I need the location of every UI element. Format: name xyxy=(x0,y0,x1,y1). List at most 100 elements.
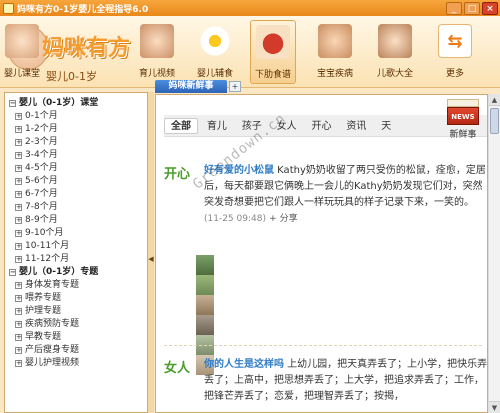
tree-item-label: 3-4个月 xyxy=(25,150,58,160)
post-thumbnail[interactable] xyxy=(196,295,214,315)
tree-item-month[interactable]: +2-3个月 xyxy=(9,136,147,149)
tree-view: − 婴儿（0-1岁）课堂 +0-1个月 +1-2个月 +2-3个月 +3-4个月 +4-… xyxy=(5,93,147,370)
nav-label: 宝宝疾病 xyxy=(316,69,353,79)
post-thumbnail[interactable] xyxy=(196,315,214,335)
share-button[interactable]: + 分享 xyxy=(269,214,297,224)
window-title: 妈咪有方0-1岁婴儿全程指导6.0 xyxy=(17,4,149,15)
nav-parenting-video[interactable]: 育儿视频 xyxy=(134,20,180,84)
tree-item-month[interactable]: +11-12个月 xyxy=(9,253,147,266)
headphone-baby-icon xyxy=(378,24,412,58)
fried-egg-icon xyxy=(198,24,232,58)
tree-item-topic[interactable]: + 婴儿护理视频 xyxy=(9,357,147,370)
tree-item-topic[interactable]: + 喂养专题 xyxy=(9,292,147,305)
category-parenting[interactable]: 育儿 xyxy=(201,119,233,135)
nav-recipes[interactable]: 下肋食谱 xyxy=(250,20,296,84)
tree-item-label: 5-6个月 xyxy=(25,176,58,186)
tree-item-month[interactable]: +4-5个月 xyxy=(9,162,147,175)
category-sky[interactable]: 天 xyxy=(375,119,397,135)
expand-icon[interactable]: + xyxy=(15,243,22,250)
tree-item-topic[interactable]: + 疾病预防专题 xyxy=(9,318,147,331)
app-icon xyxy=(3,2,14,14)
scroll-up-icon[interactable]: ▲ xyxy=(489,94,500,106)
news-badge[interactable]: NEWS 新鲜事 xyxy=(443,99,483,141)
tree-item-topic[interactable]: + 早教专题 xyxy=(9,331,147,344)
expand-icon[interactable]: + xyxy=(15,256,22,263)
post-thumbnail[interactable] xyxy=(196,255,214,275)
collapse-icon[interactable]: − xyxy=(9,269,16,276)
tree-item-topic[interactable]: + 护理专题 xyxy=(9,305,147,318)
scroll-thumb[interactable] xyxy=(490,108,499,134)
expand-icon[interactable]: + xyxy=(15,165,22,172)
tree-item-month[interactable]: +5-6个月 xyxy=(9,175,147,188)
tree-item-month[interactable]: +7-8个月 xyxy=(9,201,147,214)
nav-label: 儿歌大全 xyxy=(376,69,413,79)
close-button[interactable]: × xyxy=(482,1,498,15)
nav-more[interactable]: ⇆ 更多 xyxy=(432,20,478,84)
tree-item-month[interactable]: +8-9个月 xyxy=(9,214,147,227)
post-thumbnail[interactable] xyxy=(196,275,214,295)
tree-section-classroom[interactable]: − 婴儿（0-1岁）课堂 xyxy=(9,97,147,110)
sidebar-tree: − 婴儿（0-1岁）课堂 +0-1个月 +1-2个月 +2-3个月 +3-4个月 +4-… xyxy=(4,92,148,413)
news-post: 女人 你的人生是这样吗 上幼儿园，把天真弄丢了；上小学，把快乐弄丢了；上高中，把… xyxy=(164,357,487,412)
refresh-arrows-icon: ⇆ xyxy=(438,24,472,58)
category-info[interactable]: 资讯 xyxy=(340,119,372,135)
scroll-down-icon[interactable]: ▼ xyxy=(489,401,500,413)
tree-section-topics[interactable]: − 婴儿（0-1岁）专题 xyxy=(9,266,147,279)
expand-icon[interactable]: + xyxy=(15,347,22,354)
expand-icon[interactable]: + xyxy=(15,360,22,367)
tree-item-topic[interactable]: + 产后瘦身专题 xyxy=(9,344,147,357)
expand-icon[interactable]: + xyxy=(15,334,22,341)
tree-item-label: 0-1个月 xyxy=(25,111,58,121)
expand-icon[interactable]: + xyxy=(15,321,22,328)
minimize-button[interactable]: _ xyxy=(446,1,462,15)
logo-text: 妈咪有方 xyxy=(42,35,131,61)
expand-icon[interactable]: + xyxy=(15,295,22,302)
expand-icon[interactable]: + xyxy=(15,178,22,185)
tree-item-month[interactable]: +3-4个月 xyxy=(9,149,147,162)
category-women[interactable]: 女人 xyxy=(271,119,303,135)
category-all[interactable]: 全部 xyxy=(164,118,198,134)
baby-classroom-icon xyxy=(5,24,39,58)
expand-icon[interactable]: + xyxy=(15,113,22,120)
nav-baby-illness[interactable]: 宝宝疾病 xyxy=(312,20,358,84)
nav-baby-classroom[interactable]: 婴儿课堂 xyxy=(0,20,44,84)
tree-item-month[interactable]: +6-7个月 xyxy=(9,188,147,201)
expand-icon[interactable]: + xyxy=(15,204,22,211)
tree-item-label: 10-11个月 xyxy=(25,241,70,251)
post-title-link[interactable]: 好有爱的小松鼠 xyxy=(204,165,274,176)
category-happy[interactable]: 开心 xyxy=(306,119,338,135)
expand-icon[interactable]: + xyxy=(15,139,22,146)
expand-icon[interactable]: + xyxy=(15,282,22,289)
post-title-link[interactable]: 你的人生是这样吗 xyxy=(204,359,284,370)
tree-item-month[interactable]: +10-11个月 xyxy=(9,240,147,253)
nav-nursery-songs[interactable]: 儿歌大全 xyxy=(372,20,418,84)
tree-section-label: 婴儿（0-1岁）专题 xyxy=(19,267,99,277)
newspaper-icon: NEWS xyxy=(447,107,479,125)
new-tab-button[interactable]: + xyxy=(229,81,241,92)
collapse-left-icon[interactable]: ◀ xyxy=(148,252,154,266)
tree-item-label: 产后瘦身专题 xyxy=(25,345,80,355)
maximize-button[interactable]: □ xyxy=(464,1,480,15)
tree-item-label: 9-10个月 xyxy=(25,228,64,238)
nav-baby-food[interactable]: 婴儿辅食 xyxy=(192,20,238,84)
expand-icon[interactable]: + xyxy=(15,152,22,159)
tree-item-label: 护理专题 xyxy=(25,306,62,316)
tree-item-topic[interactable]: + 身体发育专题 xyxy=(9,279,147,292)
expand-icon[interactable]: + xyxy=(15,217,22,224)
expand-icon[interactable]: + xyxy=(15,308,22,315)
panel-splitter[interactable]: ◀ xyxy=(148,92,154,413)
expand-icon[interactable]: + xyxy=(15,191,22,198)
content-scrollbar[interactable]: ▲ ▼ xyxy=(488,94,500,413)
tree-item-month[interactable]: +1-2个月 xyxy=(9,123,147,136)
collapse-icon[interactable]: − xyxy=(9,100,16,107)
category-children[interactable]: 孩子 xyxy=(236,119,268,135)
tree-item-month[interactable]: +0-1个月 xyxy=(9,110,147,123)
post-body: 好有爱的小松鼠 Kathy奶奶收留了两只受伤的松鼠，痊愈，定居后，每天都要跟它俩… xyxy=(204,163,487,227)
tree-item-month[interactable]: +9-10个月 xyxy=(9,227,147,240)
news-feed: 全部 育儿 孩子 女人 开心 资讯 天 NEWS 新鲜事 开心 好有爱的小松鼠 … xyxy=(155,94,488,413)
news-post: 开心 好有爱的小松鼠 Kathy奶奶收留了两只受伤的松鼠，痊愈，定居后，每天都要… xyxy=(164,163,487,263)
expand-icon[interactable]: + xyxy=(15,126,22,133)
tab-mommy-news[interactable]: 妈咪新鲜事 xyxy=(155,80,227,93)
nav-label: 婴儿课堂 xyxy=(3,69,40,79)
expand-icon[interactable]: + xyxy=(15,230,22,237)
